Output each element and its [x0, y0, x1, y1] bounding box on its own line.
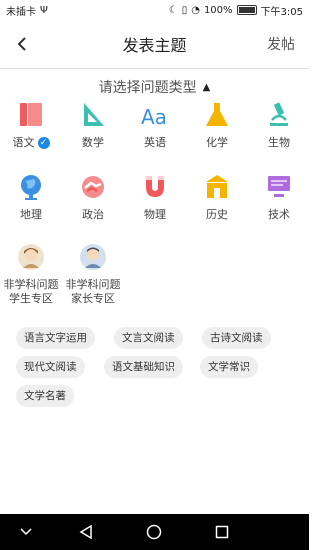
subject-label: 语文	[12, 136, 35, 149]
vibrate-icon: ▯	[181, 4, 188, 16]
tag-chip[interactable]: 古诗文阅读	[202, 327, 271, 349]
aa-letters-icon: Aa	[141, 105, 167, 129]
subject-label-line2: 学生专区	[9, 292, 53, 305]
subject-parent-zone[interactable]: 非学科问题 家长专区	[62, 242, 124, 306]
subject-label: 数学	[82, 136, 104, 149]
subject-label: 英语	[144, 136, 166, 149]
monitor-icon	[268, 176, 290, 197]
subject-label-line2: 家长专区	[71, 292, 115, 305]
subject-label: 历史	[206, 208, 228, 221]
subject-technology[interactable]: 技术	[248, 172, 310, 222]
question-type-selector[interactable]: 请选择问题类型 ▲	[0, 77, 309, 97]
moon-icon: ☾	[168, 4, 178, 16]
tag-chip[interactable]: 语文基础知识	[104, 356, 183, 378]
subject-english[interactable]: Aa 英语	[124, 100, 186, 150]
tag-chip[interactable]: 语言文字运用	[16, 327, 95, 349]
usb-icon: Ψ	[40, 4, 48, 16]
subject-physics[interactable]: 物理	[124, 172, 186, 222]
battery-icon	[236, 5, 257, 15]
clock-time: 下午3:05	[260, 6, 303, 18]
gate-icon	[206, 175, 228, 198]
subject-politics[interactable]: 政治	[62, 172, 124, 222]
tag-chip[interactable]: 文学常识	[200, 356, 258, 378]
subject-geography[interactable]: 地理	[0, 172, 62, 222]
status-bar: 未插卡 Ψ ☾ ▯ ◔ 100% 下午3:05	[0, 0, 309, 20]
magnet-icon	[146, 176, 164, 197]
subject-label: 化学	[206, 136, 228, 149]
recents-square-icon[interactable]	[202, 514, 242, 550]
svg-text:Aa: Aa	[141, 105, 167, 129]
globe-icon	[21, 175, 41, 200]
subject-history[interactable]: 历史	[186, 172, 248, 222]
ruler-triangle-icon	[84, 103, 104, 126]
top-nav-bar: 发表主题 发帖	[0, 20, 309, 69]
subject-label: 技术	[268, 208, 290, 221]
subject-label: 政治	[82, 208, 104, 221]
subject-label: 生物	[268, 136, 290, 149]
checkmark-icon: ✓	[37, 137, 50, 149]
subject-student-zone[interactable]: 非学科问题 学生专区	[0, 242, 62, 306]
book-icon	[20, 103, 42, 126]
system-nav-bar	[0, 514, 309, 550]
subject-chemistry[interactable]: 化学	[186, 100, 248, 150]
flask-icon	[206, 103, 228, 126]
home-circle-icon[interactable]	[134, 514, 174, 550]
back-triangle-icon[interactable]	[66, 514, 106, 550]
post-button[interactable]: 发帖	[267, 34, 295, 54]
question-type-label: 请选择问题类型	[98, 80, 197, 96]
handshake-icon	[82, 176, 104, 198]
subject-label: 地理	[20, 208, 42, 221]
battery-percent: 100%	[203, 4, 233, 16]
subject-chinese[interactable]: 语文 ✓	[0, 100, 62, 150]
carrier-text: 未插卡	[6, 6, 36, 18]
subject-biology[interactable]: 生物	[248, 100, 310, 150]
subject-label-line1: 非学科问题	[3, 278, 59, 291]
caret-up-icon: ▲	[202, 82, 211, 93]
subject-label: 物理	[144, 208, 166, 221]
tag-chip[interactable]: 文言文阅读	[114, 327, 183, 349]
student-avatar-icon	[18, 244, 44, 270]
parent-avatar-icon	[80, 244, 106, 270]
subject-label-line1: 非学科问题	[65, 278, 121, 291]
page-title: 发表主题	[122, 36, 187, 55]
wifi-icon: ◔	[191, 4, 200, 16]
microscope-icon	[270, 102, 288, 126]
collapse-icon[interactable]	[6, 514, 46, 550]
tag-chip[interactable]: 现代文阅读	[16, 356, 85, 378]
subject-math[interactable]: 数学	[62, 100, 124, 150]
tag-chip[interactable]: 文学名著	[16, 385, 74, 407]
